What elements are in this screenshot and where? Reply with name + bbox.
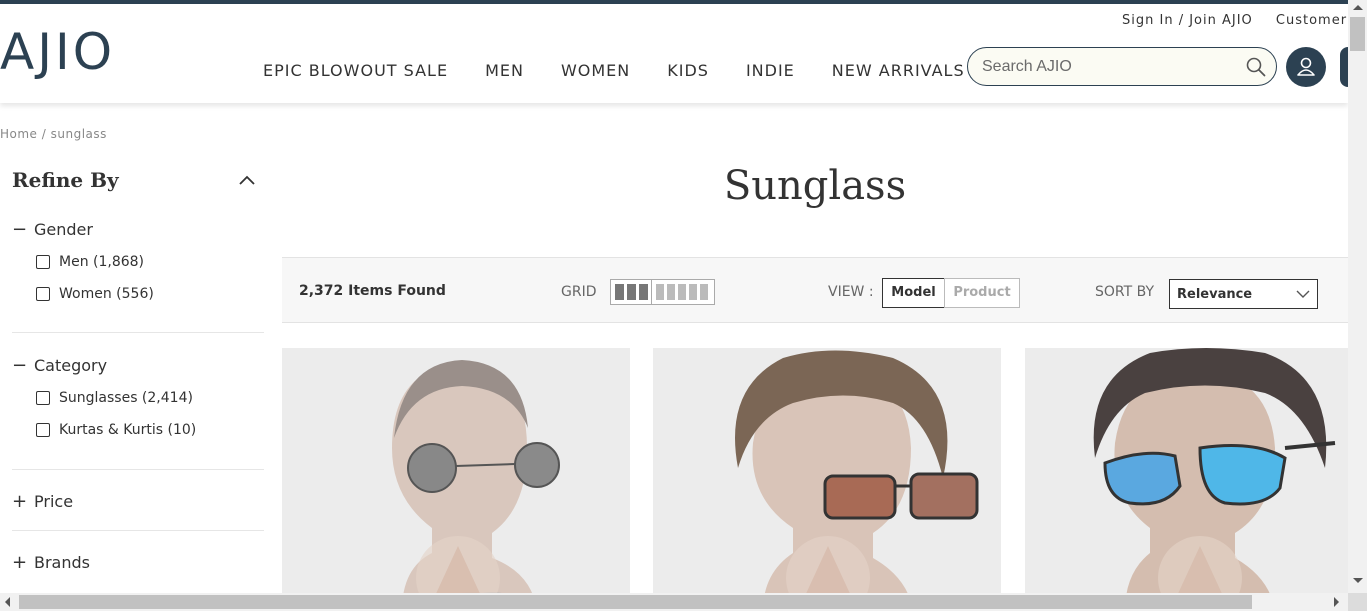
listing-toolbar: 2,372 Items Found GRID VIEW : Model Prod…: [282, 257, 1348, 323]
filter-price: + Price: [12, 490, 264, 512]
filter-gender: − Gender Men (1,868) Women (556): [12, 218, 264, 303]
sort-label: SORT BY: [1095, 284, 1155, 300]
filter-category: − Category Sunglasses (2,414) Kurtas & K…: [12, 354, 264, 439]
vertical-scrollbar[interactable]: [1348, 0, 1367, 593]
divider: [12, 332, 264, 333]
grid-bar: [656, 284, 664, 300]
divider: [12, 469, 264, 470]
expand-icon: +: [12, 490, 28, 512]
grid-bar: [700, 284, 708, 300]
chevron-up-icon[interactable]: [238, 174, 256, 186]
divider: [12, 530, 264, 531]
filter-sidebar: Refine By − Gender Men (1,868) Women (55…: [12, 168, 264, 573]
grid-bar: [639, 284, 648, 300]
product-image[interactable]: [1025, 348, 1348, 611]
nav-epic-blowout-sale[interactable]: EPIC BLOWOUT SALE: [263, 61, 448, 80]
view-label: VIEW :: [828, 284, 874, 300]
filter-brands: + Brands: [12, 551, 264, 573]
vertical-scroll-thumb[interactable]: [1350, 17, 1365, 51]
option-label: Kurtas & Kurtis (10): [59, 422, 197, 438]
filter-group-label: Price: [34, 491, 74, 511]
product-card[interactable]: [1025, 348, 1348, 611]
filter-brands-header[interactable]: + Brands: [12, 551, 264, 573]
user-icon: [1297, 57, 1315, 76]
filter-group-label: Category: [34, 355, 108, 375]
expand-icon: +: [12, 551, 28, 573]
filter-category-header[interactable]: − Category: [12, 354, 264, 376]
grid-bar: [678, 284, 686, 300]
sign-in-link[interactable]: Sign In / Join AJIO: [1122, 13, 1253, 28]
grid-bar: [667, 284, 675, 300]
option-label: Women (556): [59, 286, 154, 302]
sort-dropdown[interactable]: Relevance: [1169, 279, 1318, 309]
collapse-icon: −: [12, 354, 28, 376]
filter-option-women[interactable]: Women (556): [36, 286, 154, 302]
checkbox[interactable]: [36, 391, 50, 405]
nav-women[interactable]: WOMEN: [561, 61, 630, 80]
product-image[interactable]: [653, 348, 1001, 611]
checkbox[interactable]: [36, 287, 50, 301]
scroll-right-arrow-icon[interactable]: [1334, 597, 1339, 607]
search-box: [967, 47, 1277, 86]
collapse-icon: −: [12, 218, 28, 240]
customer-care-link[interactable]: Customer: [1276, 13, 1347, 28]
wishlist-button[interactable]: [1340, 47, 1348, 87]
grid-5-button[interactable]: [653, 280, 714, 304]
ajio-logo[interactable]: AJIO: [0, 22, 115, 82]
horizontal-scrollbar[interactable]: [0, 593, 1348, 611]
product-card[interactable]: [282, 348, 630, 611]
refine-title: Refine By: [12, 168, 119, 192]
filter-option-men[interactable]: Men (1,868): [36, 254, 144, 270]
grid-bar: [689, 284, 697, 300]
product-card[interactable]: [653, 348, 1001, 611]
filter-group-label: Brands: [34, 552, 90, 572]
option-label: Men (1,868): [59, 254, 145, 270]
search-icon[interactable]: [1246, 57, 1266, 77]
utility-links: Sign In / Join AJIO Customer: [1122, 13, 1365, 28]
grid-3-button[interactable]: [611, 280, 652, 304]
product-grid: [282, 348, 1348, 611]
chevron-down-icon: [1296, 290, 1310, 298]
account-button[interactable]: [1286, 47, 1326, 87]
checkbox[interactable]: [36, 255, 50, 269]
grid-bar: [615, 284, 624, 300]
filter-price-header[interactable]: + Price: [12, 490, 264, 512]
product-image[interactable]: [282, 348, 630, 611]
filter-gender-header[interactable]: − Gender: [12, 218, 264, 240]
filter-option-kurtas[interactable]: Kurtas & Kurtis (10): [36, 422, 196, 438]
site-header: AJIO Sign In / Join AJIO Customer EPIC B…: [0, 4, 1348, 103]
filter-group-label: Gender: [34, 219, 93, 239]
scroll-up-arrow-icon[interactable]: [1353, 5, 1363, 10]
grid-bar: [627, 284, 636, 300]
checkbox[interactable]: [36, 423, 50, 437]
scroll-down-arrow-icon[interactable]: [1353, 578, 1363, 583]
sort-value: Relevance: [1177, 287, 1253, 302]
nav-indie[interactable]: INDIE: [746, 61, 795, 80]
scroll-left-arrow-icon[interactable]: [5, 597, 10, 607]
items-found-count: 2,372 Items Found: [299, 283, 446, 299]
filter-option-sunglasses[interactable]: Sunglasses (2,414): [36, 390, 193, 406]
nav-new-arrivals[interactable]: NEW ARRIVALS: [832, 61, 965, 80]
nav-men[interactable]: MEN: [485, 61, 524, 80]
nav-kids[interactable]: KIDS: [667, 61, 709, 80]
grid-label: GRID: [561, 284, 597, 300]
view-product-button[interactable]: Product: [944, 278, 1020, 308]
option-label: Sunglasses (2,414): [59, 390, 193, 406]
scrollbar-corner: [1348, 593, 1367, 611]
page-title: Sunglass: [723, 163, 907, 209]
horizontal-scroll-thumb[interactable]: [19, 595, 1252, 609]
grid-toggle: [610, 279, 715, 305]
view-model-button[interactable]: Model: [882, 278, 945, 308]
main-nav: EPIC BLOWOUT SALE MEN WOMEN KIDS INDIE N…: [263, 61, 1002, 80]
search-input[interactable]: [982, 56, 1232, 78]
breadcrumb[interactable]: Home / sunglass: [0, 127, 107, 141]
